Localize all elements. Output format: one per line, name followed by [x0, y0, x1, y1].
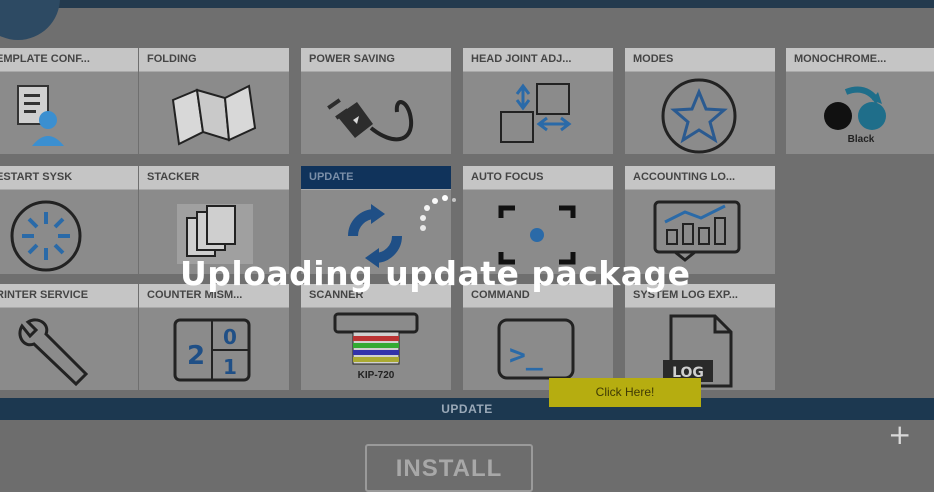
tile-label: STACKER — [147, 171, 200, 183]
tile-restart-sysk[interactable]: ESTART SYSK — [0, 166, 138, 274]
tile-template-config[interactable]: EMPLATE CONF... — [0, 48, 138, 154]
plus-icon[interactable]: + — [888, 418, 911, 451]
template-config-icon — [17, 85, 64, 146]
tile-label: AUTO FOCUS — [471, 171, 544, 183]
terminal-prompt: >_ — [509, 338, 543, 371]
folding-icon — [171, 84, 257, 146]
back-button[interactable] — [0, 0, 60, 40]
install-button[interactable]: INSTALL — [365, 444, 533, 492]
tile-label: MONOCHROME... — [794, 53, 887, 65]
tile-head-joint-adj[interactable]: HEAD JOINT ADJ... — [463, 48, 613, 154]
counter-digit: 0 — [223, 325, 237, 349]
tile-command[interactable]: COMMAND >_ — [463, 284, 613, 390]
tile-counter-mismatch[interactable]: COUNTER MISM... 2 0 1 — [139, 284, 289, 390]
tile-system-log-export[interactable]: SYSTEM LOG EXP... LOG — [625, 284, 775, 390]
counter-digit: 2 — [187, 341, 205, 371]
tile-sublabel: KIP-720 — [357, 370, 395, 381]
star-icon — [661, 78, 737, 154]
tile-sublabel: Black — [847, 134, 875, 145]
tile-label: ACCOUNTING LO... — [633, 171, 736, 183]
tile-label: HEAD JOINT ADJ... — [471, 53, 572, 65]
tile-modes[interactable]: MODES — [625, 48, 775, 154]
head-joint-icon — [500, 83, 572, 143]
update-panel-title: UPDATE — [441, 402, 493, 416]
update-panel-header: UPDATE — [0, 398, 934, 420]
power-plug-icon — [327, 98, 414, 142]
counter-icon: 2 0 1 — [173, 318, 251, 382]
tile-label: ESTART SYSK — [0, 171, 73, 183]
tile-monochrome[interactable]: MONOCHROME... Black — [786, 48, 934, 154]
tile-label: EMPLATE CONF... — [0, 53, 90, 65]
settings-grid: EMPLATE CONF... FOLDING POWER SAVING HEA… — [0, 44, 934, 398]
counter-digit: 1 — [223, 355, 237, 379]
tile-power-saving[interactable]: POWER SAVING — [301, 48, 451, 154]
tile-label: UPDATE — [309, 171, 354, 183]
loading-spinner-icon — [410, 192, 460, 242]
top-bar — [0, 0, 934, 8]
upload-status-message: Uploading update package — [180, 254, 691, 293]
tile-printer-service[interactable]: RINTER SERVICE — [0, 284, 138, 390]
tile-label: MODES — [633, 53, 674, 65]
tile-label: POWER SAVING — [309, 53, 395, 65]
tile-scanner[interactable]: SCANNER KIP-720 — [301, 284, 451, 390]
restart-icon — [10, 200, 82, 272]
tile-folding[interactable]: FOLDING — [139, 48, 289, 154]
wrench-icon — [18, 318, 89, 387]
tile-label: RINTER SERVICE — [0, 289, 89, 301]
tile-label: FOLDING — [147, 53, 197, 65]
click-here-button[interactable]: Click Here! — [549, 378, 701, 407]
